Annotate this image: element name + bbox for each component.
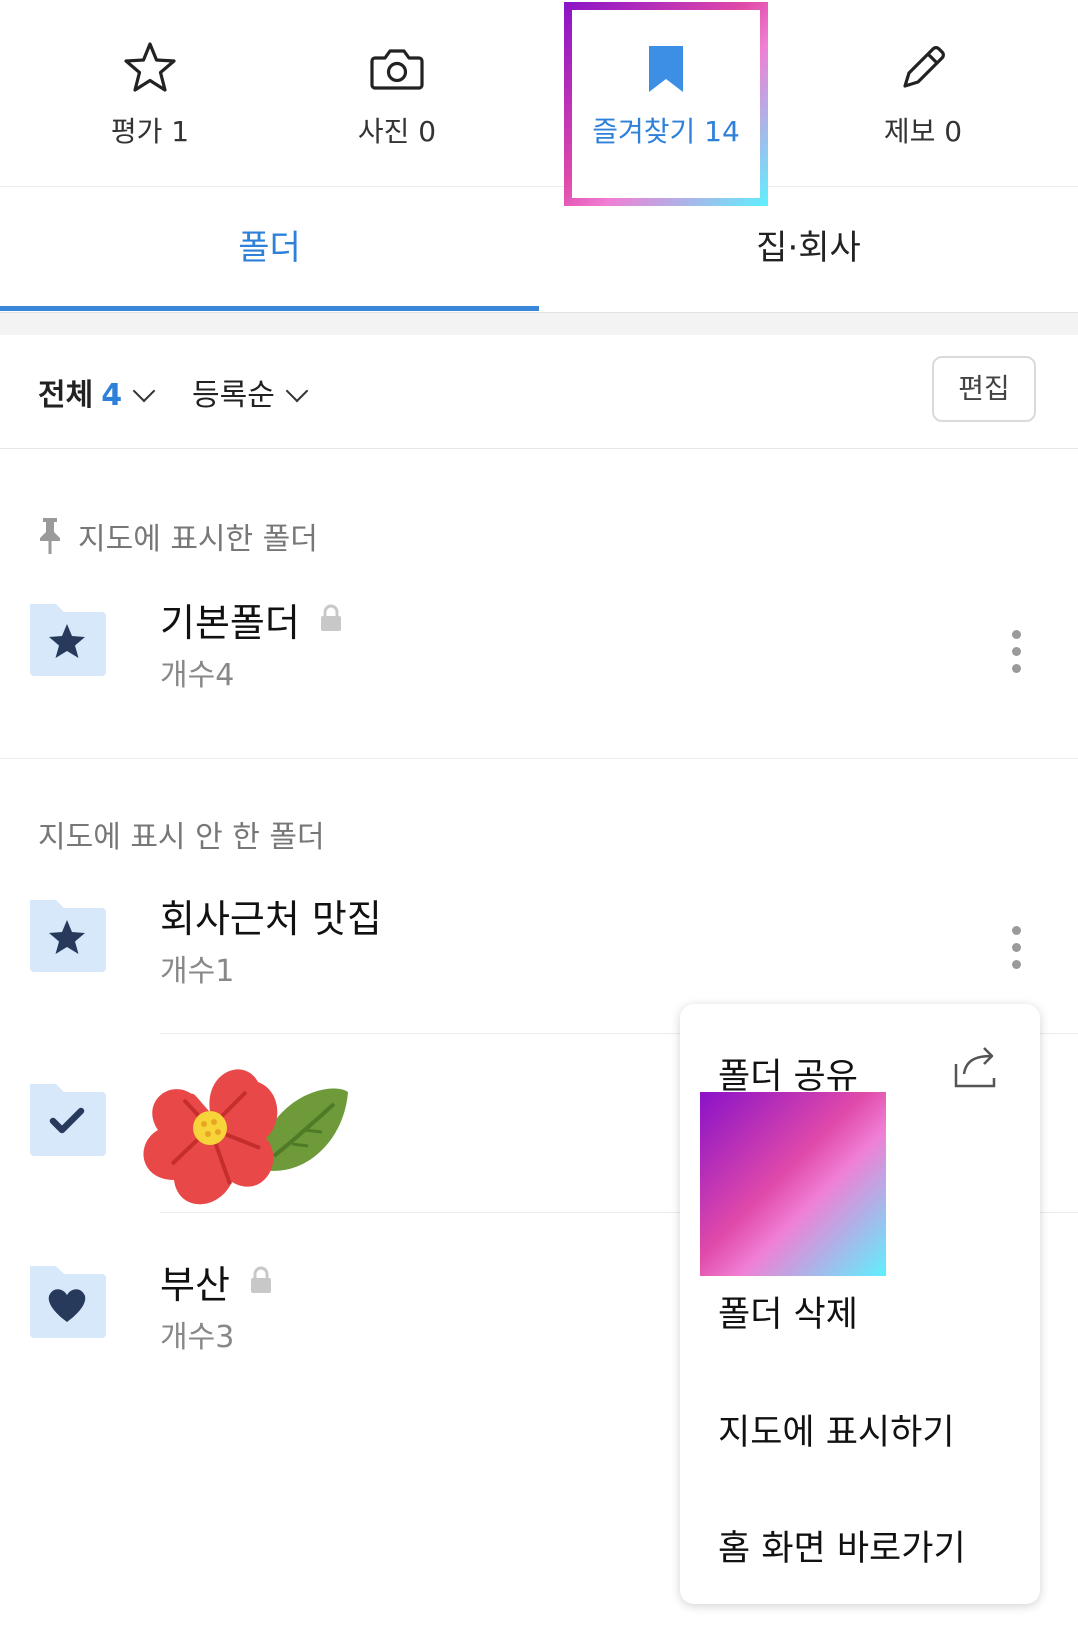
edit-button[interactable]: 편집 — [932, 356, 1036, 422]
folder-count: 개수4 — [160, 658, 235, 693]
more-options-icon[interactable] — [1010, 926, 1022, 976]
menu-item-home-shortcut[interactable]: 홈 화면 바로가기 — [718, 1520, 966, 1571]
section-gap — [0, 312, 1078, 335]
sort-label: 등록순 — [192, 378, 275, 413]
lock-icon — [251, 1266, 271, 1293]
section-title-shown: 지도에 표시한 폴더 — [78, 522, 318, 557]
tab-reviews[interactable]: 평가 1 — [50, 0, 250, 186]
camera-icon — [370, 49, 424, 90]
sort-dropdown[interactable]: 등록순 — [192, 370, 309, 414]
section-title-hidden: 지도에 표시 안 한 폴더 — [38, 820, 325, 855]
tab-folder[interactable]: 폴더 — [0, 186, 539, 310]
section-divider — [0, 758, 1078, 759]
share-icon[interactable] — [952, 1042, 998, 1090]
chevron-down-icon — [285, 379, 309, 403]
tab-favorites-label: 즐겨찾기 14 — [592, 115, 740, 148]
tab-reviews-label: 평가 1 — [110, 115, 190, 148]
tab-favorites[interactable]: 즐겨찾기 14 — [566, 0, 766, 186]
folder-context-menu: 폴더 공유 폴더 수정 폴더 삭제 지도에 표시하기 홈 화면 바로가기 — [680, 1004, 1040, 1604]
folder-name: 회사근처 맛집 — [160, 897, 382, 941]
lock-icon — [321, 604, 341, 631]
folder-count: 개수1 — [160, 954, 235, 989]
menu-item-share[interactable]: 폴더 공유 — [718, 1048, 858, 1099]
folder-heart-icon — [30, 1266, 106, 1338]
tab-home-office[interactable]: 집·회사 — [539, 186, 1078, 310]
tab-photos-label: 사진 0 — [357, 115, 437, 148]
folder-name: 기본폴더 — [160, 601, 300, 645]
bookmark-icon — [649, 46, 683, 92]
tab-reports[interactable]: 제보 0 — [823, 0, 1023, 186]
filter-all-count: 4 — [101, 378, 123, 413]
tab-photos[interactable]: 사진 0 — [297, 0, 497, 186]
more-options-icon[interactable] — [1010, 630, 1022, 680]
folder-star-icon — [30, 900, 106, 972]
pencil-icon — [903, 46, 945, 88]
tab-reports-label: 제보 0 — [883, 115, 963, 148]
menu-item-delete[interactable]: 폴더 삭제 — [718, 1286, 858, 1337]
folder-star-icon — [30, 604, 106, 676]
flower-sticker-image — [143, 1069, 348, 1205]
filter-all-dropdown[interactable]: 전체 4 — [38, 370, 156, 414]
filter-all-label: 전체 — [38, 378, 94, 413]
folder-tabs: 폴더 집·회사 — [0, 186, 1078, 310]
star-icon — [124, 42, 176, 92]
folder-count: 개수3 — [160, 1320, 235, 1355]
pin-icon — [40, 518, 60, 554]
folder-name: 부산 — [160, 1263, 230, 1307]
active-tab-indicator — [0, 306, 539, 311]
activity-tabs: 평가 1 사진 0 즐겨찾기 14 제보 0 — [0, 0, 1078, 198]
chevron-down-icon — [132, 379, 156, 403]
menu-item-show-on-map[interactable]: 지도에 표시하기 — [718, 1404, 955, 1455]
menu-item-edit[interactable]: 폴더 수정 — [718, 1168, 858, 1219]
filter-bar: 전체 4 등록순 편집 — [0, 334, 1078, 449]
folder-check-icon — [30, 1084, 106, 1156]
